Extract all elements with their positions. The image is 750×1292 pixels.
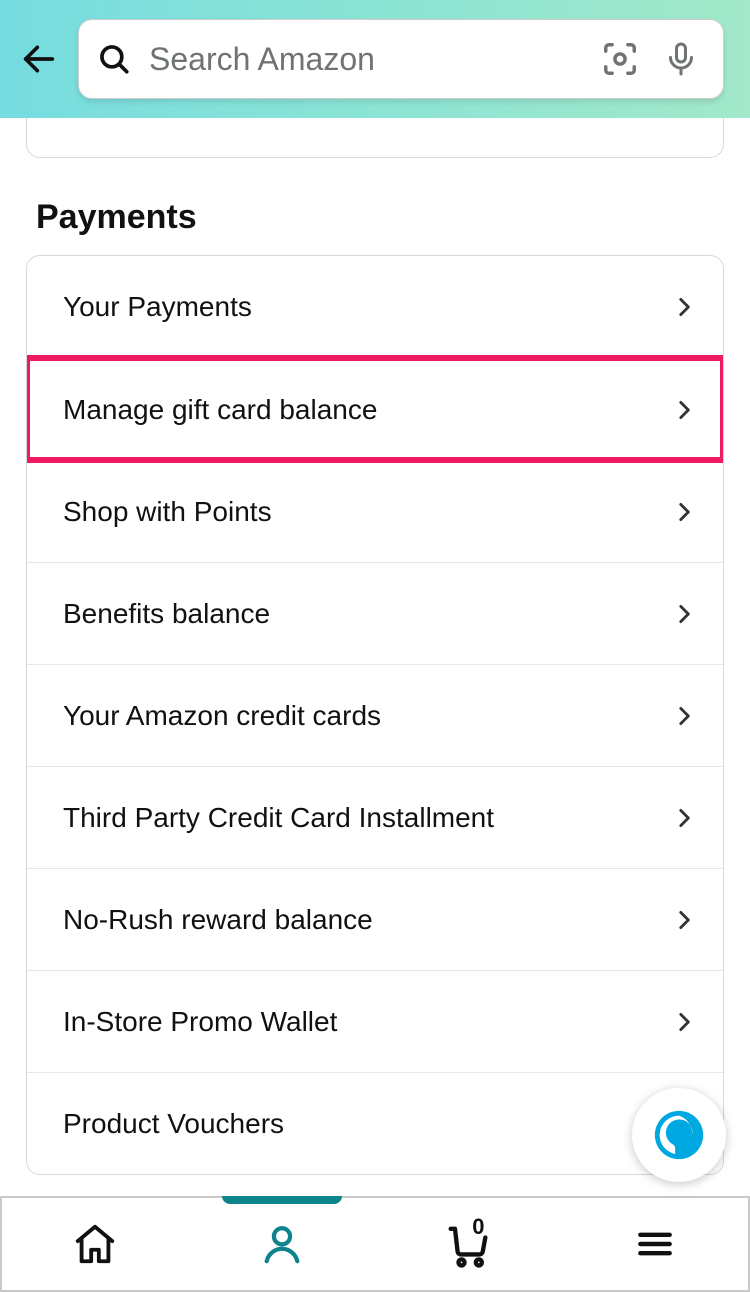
chevron-right-icon: [671, 397, 697, 423]
search-box[interactable]: [78, 19, 724, 99]
alexa-fab[interactable]: [632, 1088, 726, 1182]
payments-item-label: Shop with Points: [63, 496, 272, 528]
payments-item-4[interactable]: Your Amazon credit cards: [27, 664, 723, 766]
cart-icon: [442, 1218, 494, 1270]
arrow-left-icon: [19, 39, 59, 79]
search-input[interactable]: [149, 41, 589, 78]
payments-item-label: Your Amazon credit cards: [63, 700, 381, 732]
payments-item-7[interactable]: In-Store Promo Wallet: [27, 970, 723, 1072]
payments-item-label: Product Vouchers: [63, 1108, 284, 1140]
payments-item-1[interactable]: Manage gift card balance: [27, 358, 723, 460]
search-icon: [97, 42, 131, 76]
payments-item-3[interactable]: Benefits balance: [27, 562, 723, 664]
payments-item-label: Manage gift card balance: [63, 394, 377, 426]
chevron-right-icon: [671, 805, 697, 831]
payments-item-0[interactable]: Your Payments: [27, 256, 723, 358]
chevron-right-icon: [671, 294, 697, 320]
nav-home[interactable]: [2, 1198, 189, 1290]
camera-scan-icon[interactable]: [601, 40, 639, 78]
bottom-nav: 0: [0, 1196, 750, 1292]
main-content: Payments Your Payments Manage gift card b…: [0, 118, 750, 1175]
back-button[interactable]: [0, 0, 78, 118]
nav-menu[interactable]: [562, 1198, 749, 1290]
alexa-icon: [650, 1106, 708, 1164]
home-icon: [72, 1221, 118, 1267]
chevron-right-icon: [671, 601, 697, 627]
previous-card-bottom: [26, 118, 724, 158]
payments-item-label: No-Rush reward balance: [63, 904, 373, 936]
microphone-icon[interactable]: [663, 41, 699, 77]
payments-item-label: Third Party Credit Card Installment: [63, 802, 494, 834]
payments-item-label: Your Payments: [63, 291, 252, 323]
chevron-right-icon: [671, 907, 697, 933]
chevron-right-icon: [671, 499, 697, 525]
user-icon: [259, 1221, 305, 1267]
payments-item-6[interactable]: No-Rush reward balance: [27, 868, 723, 970]
payments-list: Your Payments Manage gift card balance Sho…: [26, 255, 724, 1175]
app-header: [0, 0, 750, 118]
payments-item-label: In-Store Promo Wallet: [63, 1006, 337, 1038]
payments-item-2[interactable]: Shop with Points: [27, 460, 723, 562]
cart-count-badge: 0: [472, 1214, 484, 1240]
section-title-payments: Payments: [36, 198, 724, 237]
nav-account[interactable]: [189, 1198, 376, 1290]
nav-cart[interactable]: 0: [375, 1198, 562, 1290]
chevron-right-icon: [671, 1009, 697, 1035]
payments-item-label: Benefits balance: [63, 598, 270, 630]
chevron-right-icon: [671, 703, 697, 729]
payments-item-8[interactable]: Product Vouchers: [27, 1072, 723, 1174]
hamburger-icon: [633, 1222, 677, 1266]
payments-item-5[interactable]: Third Party Credit Card Installment: [27, 766, 723, 868]
